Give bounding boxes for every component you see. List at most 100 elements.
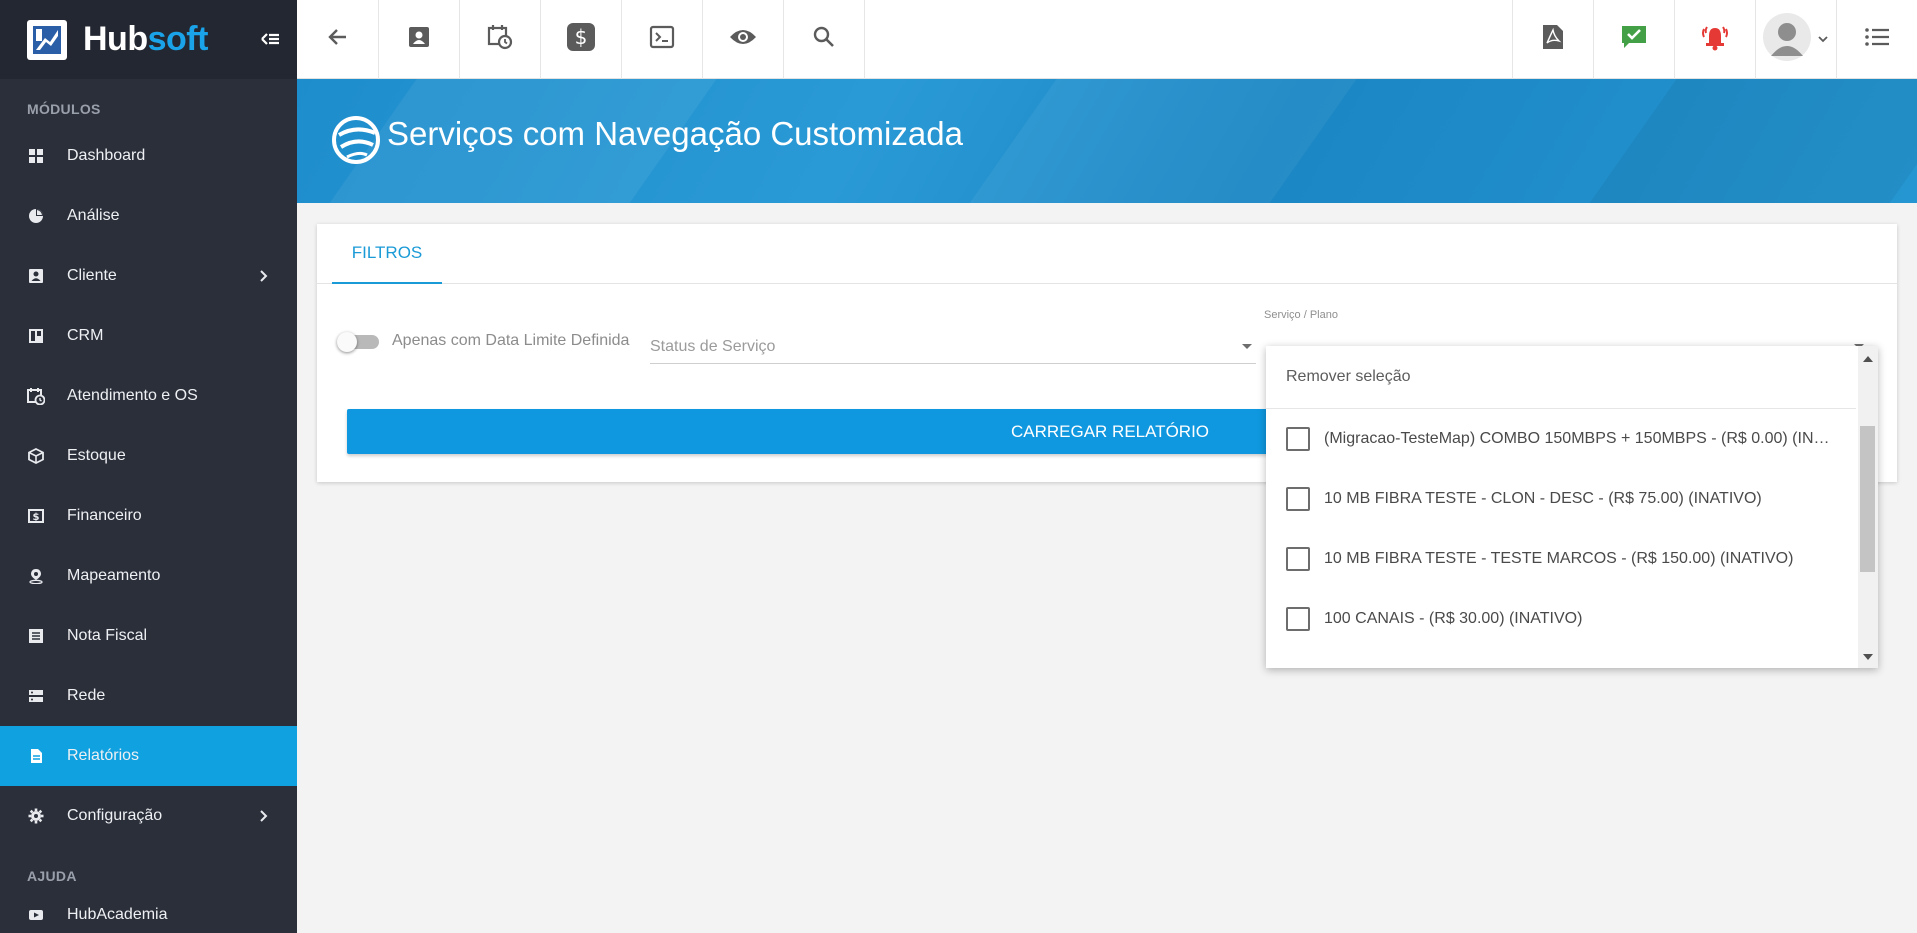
pdf-button[interactable]	[1512, 0, 1593, 79]
clients-shortcut-button[interactable]	[379, 0, 460, 79]
status-servico-select[interactable]: Status de Serviço	[650, 324, 1256, 364]
servico-plano-dropdown-panel: Remover seleção (Migracao-TesteMap) COMB…	[1266, 346, 1878, 668]
sidebar: Hubsoft MÓDULOS Dashboard Análise Client…	[0, 0, 297, 933]
toggle-label: Apenas com Data Limite Definida	[392, 332, 630, 349]
alerts-button[interactable]	[1674, 0, 1755, 79]
chevron-down-icon	[1817, 31, 1829, 49]
option-label: (Migracao-TesteMap) COMBO 150MBPS + 150M…	[1324, 430, 1832, 447]
section-title-help: AJUDA	[27, 868, 77, 884]
plan-option[interactable]: 10 MB FIBRA TESTE - TESTE MARCOS - (R$ 1…	[1266, 529, 1856, 589]
sidebar-item-label: Cliente	[67, 267, 117, 284]
option-checkbox[interactable]	[1286, 607, 1310, 631]
option-label: 100 CANAIS - (R$ 30.00) (INATIVO)	[1324, 610, 1583, 627]
view-button[interactable]	[703, 0, 784, 79]
chevron-right-icon	[257, 808, 271, 824]
terminal-shortcut-button[interactable]	[622, 0, 703, 79]
top-toolbar: $	[297, 0, 1917, 79]
menu-list-button[interactable]	[1836, 0, 1917, 79]
sidebar-item-label: Financeiro	[67, 507, 142, 524]
sidebar-item-label: Dashboard	[67, 147, 146, 164]
sidebar-item-configuracao[interactable]: Configuração	[0, 786, 297, 846]
sidebar-item-estoque[interactable]: Estoque	[0, 426, 297, 486]
terminal-icon	[649, 24, 675, 55]
user-menu-button[interactable]	[1755, 0, 1836, 79]
sidebar-item-label: Estoque	[67, 447, 126, 464]
option-checkbox[interactable]	[1286, 487, 1310, 511]
eye-icon	[729, 27, 757, 52]
page-header-banner: Serviços com Navegação Customizada	[297, 79, 1917, 203]
sidebar-item-financeiro[interactable]: $ Financeiro	[0, 486, 297, 546]
crm-board-icon	[27, 327, 45, 345]
svg-text:$: $	[575, 25, 588, 49]
remove-selection-option[interactable]: Remover seleção	[1266, 346, 1856, 409]
map-pin-icon	[27, 567, 45, 585]
report-icon	[27, 747, 45, 765]
server-icon	[27, 687, 45, 705]
sidebar-item-dashboard[interactable]: Dashboard	[0, 126, 297, 186]
alarm-bell-icon	[1700, 23, 1730, 56]
pdf-file-icon	[1542, 24, 1564, 55]
logo-bar: Hubsoft	[0, 0, 297, 79]
gear-icon	[27, 807, 45, 825]
dropdown-scrollbar[interactable]	[1858, 346, 1878, 668]
sidebar-item-label: Nota Fiscal	[67, 627, 148, 644]
sidebar-item-analise[interactable]: Análise	[0, 186, 297, 246]
money-icon: $	[27, 507, 45, 525]
option-checkbox[interactable]	[1286, 427, 1310, 451]
contact-card-icon	[27, 267, 45, 285]
sidebar-item-cliente[interactable]: Cliente	[0, 246, 297, 306]
servico-plano-label: Serviço / Plano	[1264, 309, 1338, 321]
chevron-down-icon	[1242, 344, 1252, 349]
chevron-right-icon	[257, 268, 271, 284]
sidebar-item-mapeamento[interactable]: Mapeamento	[0, 546, 297, 606]
sidebar-item-label: Atendimento e OS	[67, 387, 198, 404]
search-button[interactable]	[784, 0, 865, 79]
scroll-up-arrow-icon[interactable]	[1863, 356, 1873, 362]
scroll-down-arrow-icon[interactable]	[1863, 654, 1873, 660]
sidebar-item-label: HubAcademia	[67, 906, 168, 923]
option-label: 10 MB FIBRA TESTE - CLON - DESC - (R$ 75…	[1324, 490, 1762, 507]
sidebar-item-nota-fiscal[interactable]: Nota Fiscal	[0, 606, 297, 666]
plan-option[interactable]: 100 CANAIS - (R$ 30.00) (INATIVO)	[1266, 589, 1856, 649]
avatar	[1763, 10, 1817, 69]
tab-bar: FILTROS	[317, 224, 1897, 284]
sidebar-item-hubacademia[interactable]: HubAcademia	[0, 890, 297, 933]
sidebar-item-label: Rede	[67, 687, 106, 704]
plan-option[interactable]: 10 MB FIBRA TESTE - CLON - DESC - (R$ 75…	[1266, 469, 1856, 529]
sidebar-item-crm[interactable]: CRM	[0, 306, 297, 366]
money-icon: $	[566, 22, 596, 57]
globe-logo-icon	[331, 115, 381, 165]
hubsoft-logo-icon	[27, 19, 67, 60]
data-limite-toggle[interactable]	[337, 332, 381, 352]
sidebar-item-label: Mapeamento	[67, 567, 161, 584]
calendar-clock-icon	[27, 387, 45, 405]
sidebar-item-atendimento[interactable]: Atendimento e OS	[0, 366, 297, 426]
pie-chart-icon	[27, 207, 45, 225]
document-list-icon	[27, 627, 45, 645]
page-title: Serviços com Navegação Customizada	[387, 115, 963, 152]
sidebar-item-label: Análise	[67, 207, 120, 224]
finance-shortcut-button[interactable]: $	[541, 0, 622, 79]
tasks-button[interactable]	[1593, 0, 1674, 79]
collapse-sidebar-icon[interactable]	[259, 28, 281, 50]
list-menu-icon	[1864, 26, 1890, 53]
option-label: 10 MB FIBRA TESTE - TESTE MARCOS - (R$ 1…	[1324, 550, 1794, 567]
scrollbar-thumb[interactable]	[1860, 426, 1875, 572]
back-button[interactable]	[297, 0, 379, 79]
check-message-icon	[1621, 24, 1647, 55]
arrow-left-icon	[326, 25, 350, 54]
sidebar-item-relatorios[interactable]: Relatórios	[0, 726, 297, 786]
option-checkbox[interactable]	[1286, 547, 1310, 571]
svg-text:$: $	[33, 512, 40, 523]
tab-filtros[interactable]: FILTROS	[332, 224, 442, 284]
logo-text: Hubsoft	[83, 20, 208, 58]
toggle-knob	[337, 332, 357, 352]
sidebar-item-rede[interactable]: Rede	[0, 666, 297, 726]
package-icon	[27, 447, 45, 465]
plan-option[interactable]: (Migracao-TesteMap) COMBO 150MBPS + 150M…	[1266, 409, 1856, 469]
schedule-shortcut-button[interactable]	[460, 0, 541, 79]
calendar-clock-icon	[487, 24, 513, 55]
search-icon	[812, 25, 836, 54]
section-title-modules: MÓDULOS	[27, 101, 101, 117]
contact-card-icon	[407, 25, 431, 54]
